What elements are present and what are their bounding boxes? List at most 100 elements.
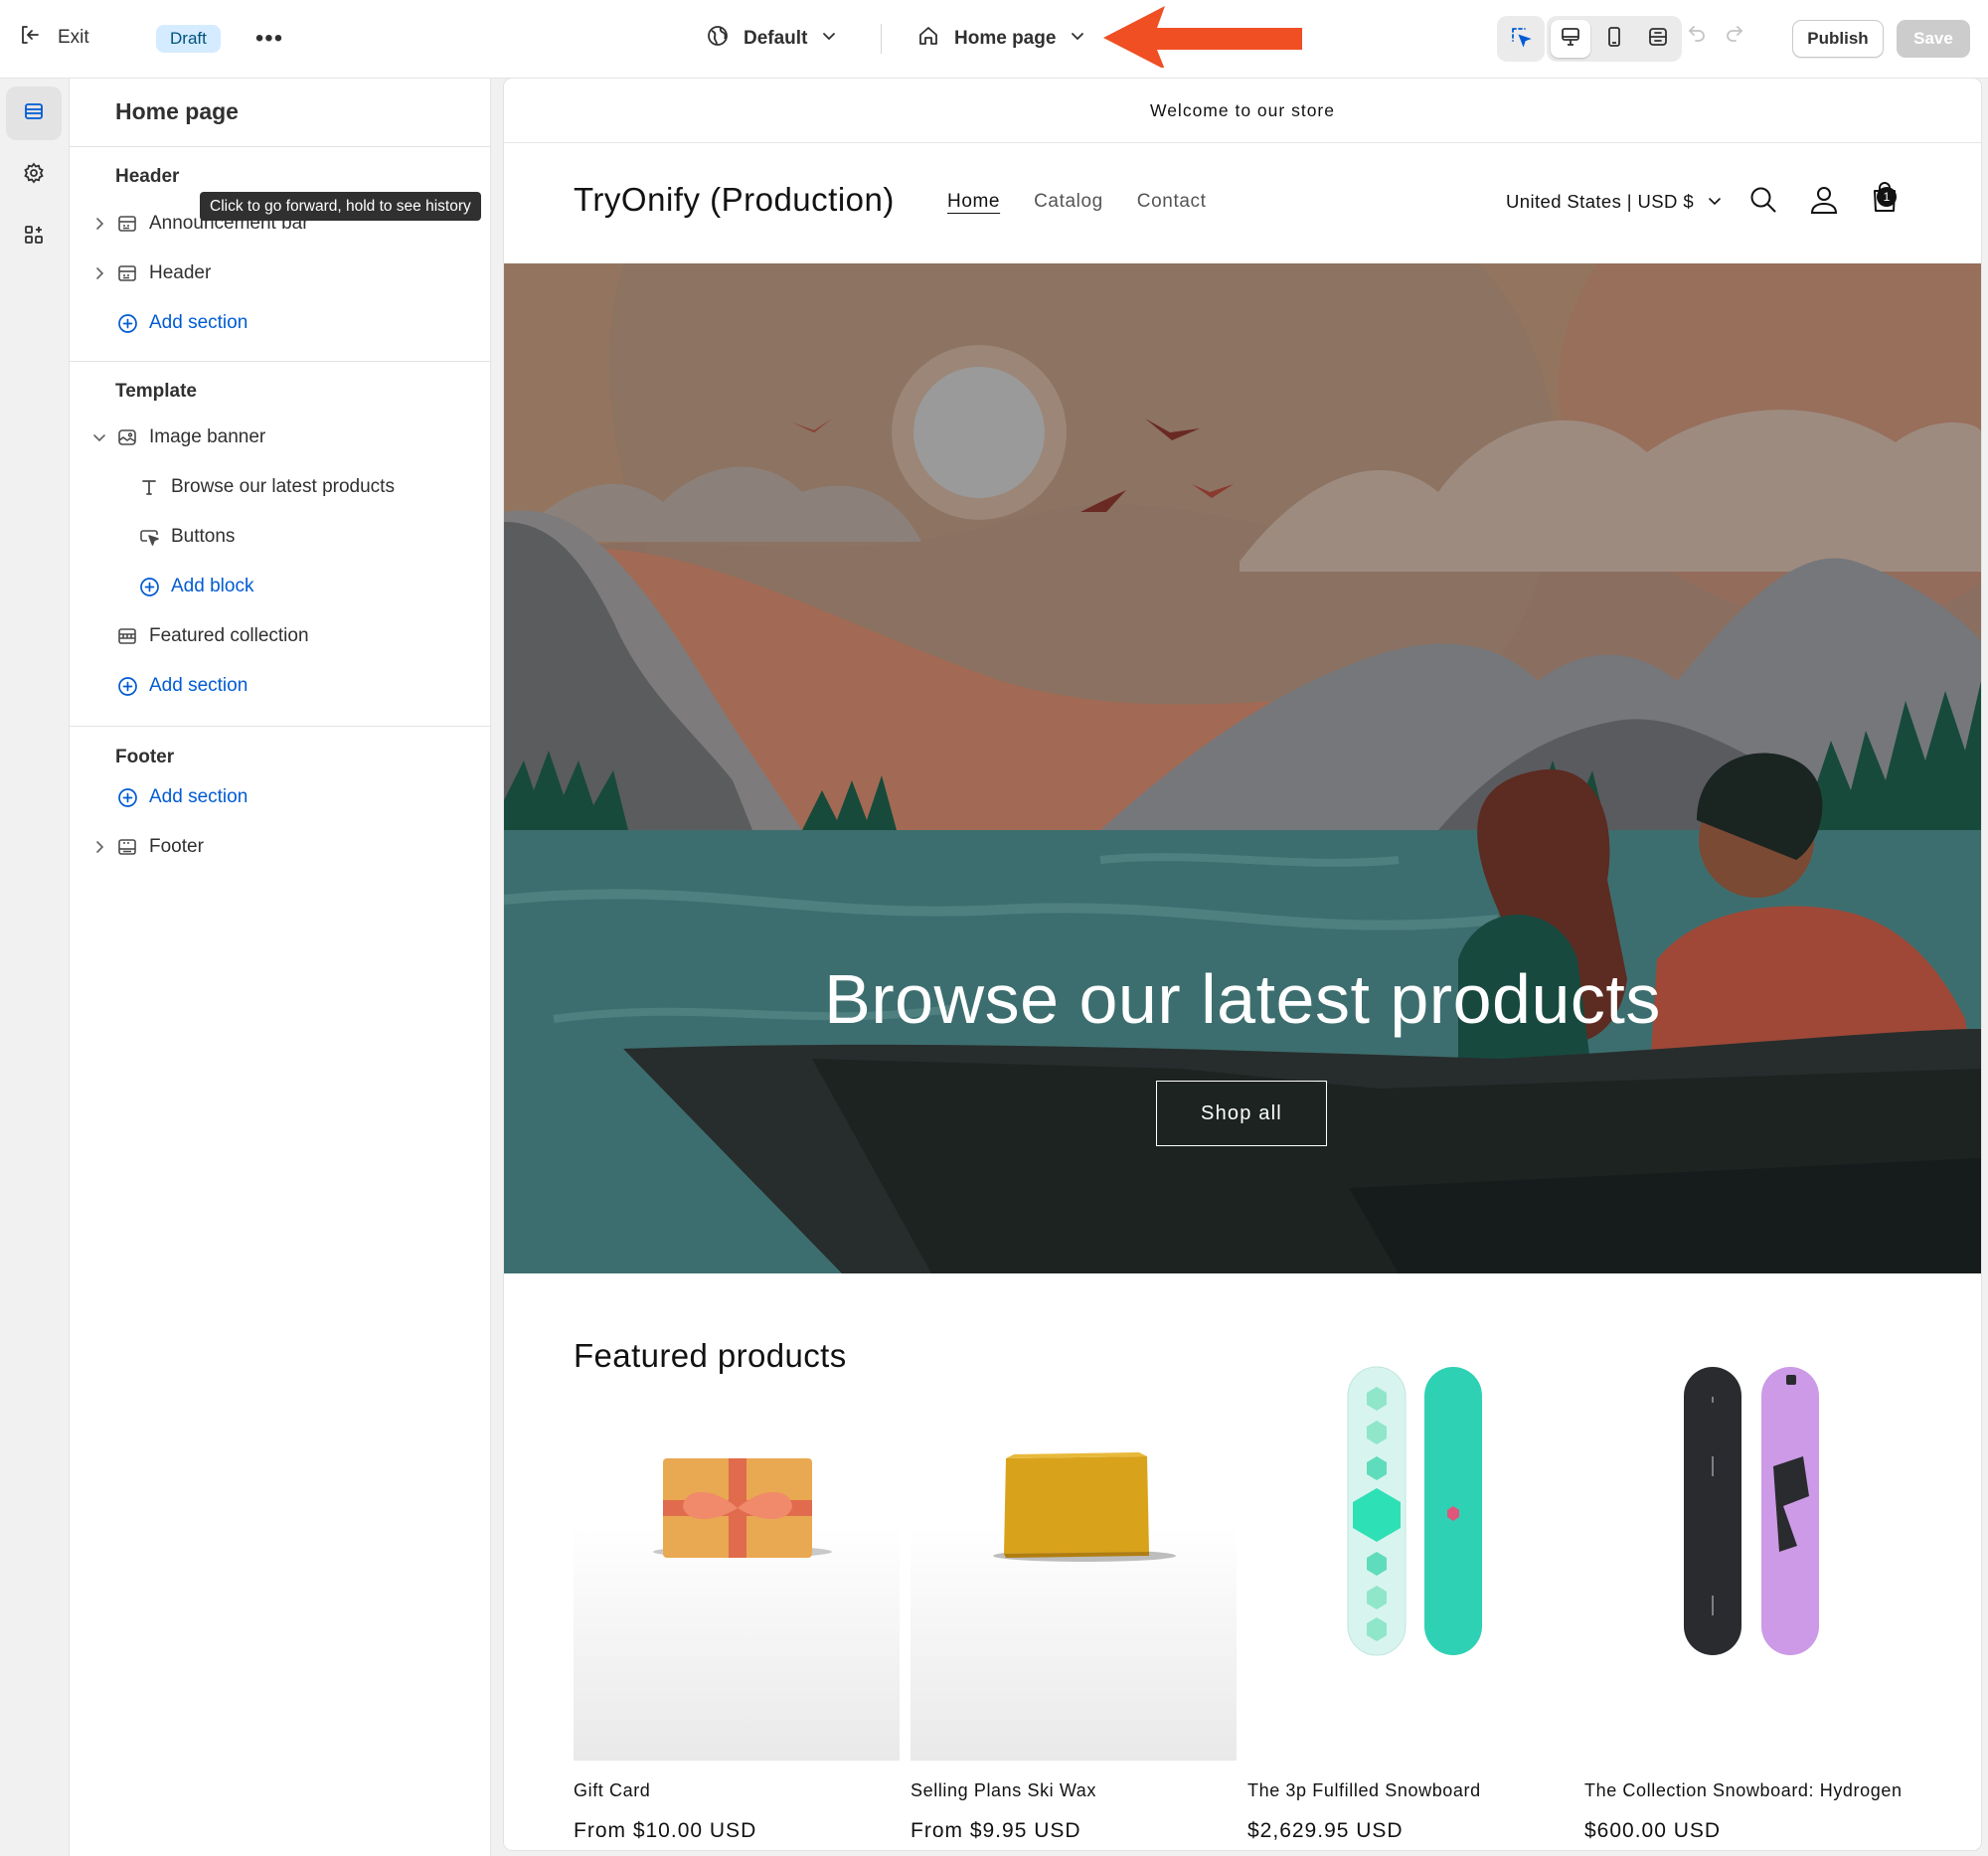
fullscreen-icon — [1647, 26, 1669, 53]
add-section-template-button[interactable]: Add section — [70, 666, 491, 706]
select-cursor-icon — [1509, 25, 1533, 54]
featured-collection: Featured products Gift Card From $10.00 … — [504, 1273, 1981, 1850]
sidebar-item-image-banner[interactable]: Image banner — [70, 418, 491, 457]
add-block-button[interactable]: Add block — [70, 567, 491, 606]
page-selector[interactable]: Home page — [916, 22, 1085, 56]
mobile-view-button[interactable] — [1594, 20, 1634, 58]
product-name[interactable]: The 3p Fulfilled Snowboard — [1247, 1780, 1481, 1801]
store-logo-text[interactable]: TryOnify (Production) — [574, 181, 895, 219]
section-layout-icon — [117, 263, 137, 289]
globe-icon — [706, 24, 730, 54]
product-price: $600.00 USD — [1584, 1819, 1722, 1842]
announcement-bar: Welcome to our store — [504, 79, 1981, 143]
cart-count-badge: 1 — [1877, 187, 1897, 207]
sidebar-item-label: Featured collection — [149, 625, 309, 646]
editor-topbar: Exit Draft ••• Default Home page Publish… — [0, 0, 1988, 79]
desktop-icon — [1560, 26, 1581, 53]
publish-button[interactable]: Publish — [1792, 20, 1884, 58]
theme-selector[interactable]: Default — [706, 22, 837, 56]
desktop-view-button[interactable] — [1551, 20, 1590, 58]
add-block-label: Add block — [171, 576, 254, 596]
select-cursor-button[interactable] — [1501, 20, 1541, 58]
exit-button[interactable]: Exit — [18, 22, 89, 54]
product-name[interactable]: The Collection Snowboard: Hydrogen — [1584, 1780, 1903, 1801]
chevron-down-icon — [1708, 191, 1722, 213]
more-actions-button[interactable]: ••• — [254, 22, 284, 56]
nav-link-contact[interactable]: Contact — [1137, 191, 1207, 213]
annotation-arrow — [1103, 6, 1302, 68]
add-section-label: Add section — [149, 675, 248, 696]
add-section-label: Add section — [149, 312, 248, 333]
exit-icon — [18, 23, 42, 53]
add-section-label: Add section — [149, 786, 248, 807]
product-name[interactable]: Gift Card — [574, 1780, 650, 1801]
section-layout-icon — [117, 214, 137, 240]
chevron-right-icon[interactable] — [91, 216, 107, 238]
featured-title: Featured products — [574, 1337, 847, 1374]
product-image-3p-snowboard[interactable] — [1247, 1366, 1574, 1761]
product-price: From $10.00 USD — [574, 1819, 757, 1842]
chevron-down-icon — [1070, 28, 1085, 50]
home-icon — [916, 24, 940, 54]
topbar-divider — [881, 24, 882, 54]
plus-circle-icon — [117, 787, 138, 814]
page-name: Home page — [954, 28, 1057, 49]
history-controls — [1686, 22, 1745, 49]
nav-link-catalog[interactable]: Catalog — [1034, 191, 1103, 213]
product-image-gift-card[interactable] — [574, 1427, 900, 1761]
sidebar-block-heading[interactable]: Browse our latest products — [70, 467, 491, 507]
sections-sidebar: Home page Header Announcement bar Header… — [70, 79, 491, 1856]
group-label-footer: Footer — [115, 747, 175, 767]
save-button[interactable]: Save — [1897, 20, 1970, 58]
undo-icon[interactable] — [1686, 22, 1708, 49]
sidebar-item-label: Header — [149, 262, 212, 283]
add-section-footer-button[interactable]: Add section — [70, 777, 491, 817]
image-icon — [117, 427, 137, 453]
storefront-preview: Welcome to our store TryOnify (Productio… — [504, 79, 1981, 1850]
plus-circle-icon — [117, 313, 138, 340]
inspector-toggle-group — [1497, 16, 1545, 62]
sidebar-item-footer[interactable]: Footer — [70, 827, 491, 867]
shop-all-button[interactable]: Shop all — [1156, 1081, 1327, 1146]
chevron-right-icon[interactable] — [91, 265, 107, 287]
apps-rail-button[interactable] — [6, 210, 62, 263]
store-nav: Home Catalog Contact — [947, 191, 1206, 213]
sidebar-block-buttons[interactable]: Buttons — [70, 517, 491, 557]
sections-rail-button[interactable] — [6, 86, 62, 140]
history-tooltip: Click to go forward, hold to see history — [200, 192, 481, 221]
sidebar-item-label: Image banner — [149, 426, 266, 447]
theme-settings-rail-button[interactable] — [6, 148, 62, 202]
chevron-down-icon[interactable] — [91, 429, 107, 451]
mobile-icon — [1603, 26, 1625, 53]
plus-circle-icon — [117, 676, 138, 703]
fullscreen-view-button[interactable] — [1638, 20, 1678, 58]
add-section-header-button[interactable]: Add section — [70, 303, 491, 343]
chevron-down-icon — [821, 28, 837, 50]
sidebar-item-label: Browse our latest products — [171, 476, 395, 497]
apps-icon — [23, 224, 45, 251]
button-cursor-icon — [139, 527, 161, 553]
redo-icon[interactable] — [1724, 22, 1745, 49]
product-image-hydrogen-snowboard[interactable] — [1584, 1367, 1910, 1761]
product-name[interactable]: Selling Plans Ski Wax — [911, 1780, 1096, 1801]
country-selector[interactable]: United States | USD $ — [1506, 191, 1722, 213]
search-icon[interactable] — [1748, 185, 1778, 220]
nav-link-home[interactable]: Home — [947, 191, 1000, 213]
left-rail — [0, 79, 70, 1856]
text-icon — [139, 477, 159, 503]
chevron-right-icon[interactable] — [91, 839, 107, 861]
divider — [70, 361, 491, 362]
sidebar-title: Home page — [115, 98, 239, 124]
product-image-ski-wax[interactable] — [911, 1427, 1237, 1761]
collection-icon — [117, 626, 137, 652]
sidebar-item-featured-collection[interactable]: Featured collection — [70, 616, 491, 656]
sidebar-item-label: Buttons — [171, 526, 236, 547]
exit-label: Exit — [58, 27, 89, 48]
banner-heading: Browse our latest products — [824, 960, 1661, 1038]
account-icon[interactable] — [1809, 185, 1839, 220]
sidebar-item-header[interactable]: Header — [70, 253, 491, 293]
settings-gear-icon — [23, 162, 45, 189]
image-banner: Browse our latest products Shop all — [504, 263, 1981, 1273]
store-header: TryOnify (Production) Home Catalog Conta… — [504, 143, 1981, 263]
group-label-header: Header — [115, 166, 180, 187]
